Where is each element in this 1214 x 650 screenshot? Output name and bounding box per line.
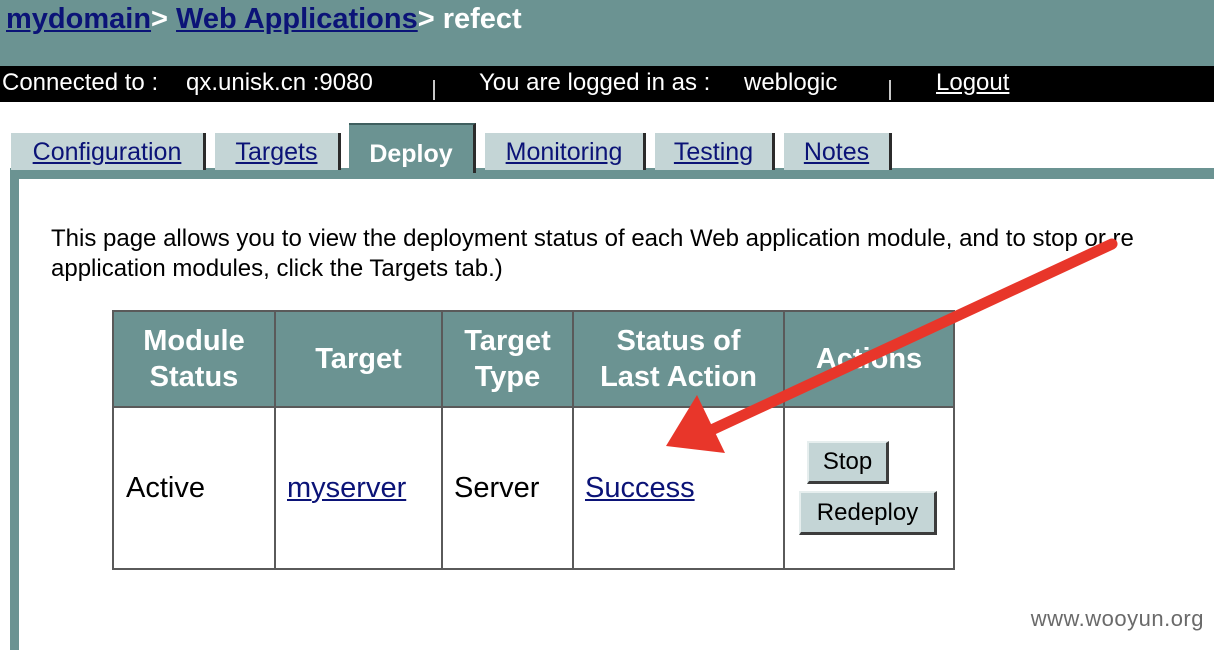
stop-button[interactable]: Stop — [807, 441, 889, 484]
table-header-row: Module Status Target Target Type Status … — [112, 310, 955, 408]
tab-targets[interactable]: Targets — [215, 133, 341, 170]
logout-link[interactable]: Logout — [936, 68, 1009, 98]
breadcrumb-web-applications-link[interactable]: Web Applications — [176, 3, 418, 35]
logged-in-user: weblogic — [744, 69, 838, 96]
deployment-status-table: Module Status Target Target Type Status … — [112, 310, 955, 570]
breadcrumb: mydomain> Web Applications> refect — [6, 0, 522, 38]
header-target-type: Target Type — [441, 310, 574, 408]
header-actions: Actions — [783, 310, 955, 408]
module-status-cell: Active — [112, 406, 276, 570]
header-label: Actions — [815, 343, 923, 375]
header-target: Target — [274, 310, 443, 408]
breadcrumb-separator: > — [417, 3, 435, 35]
breadcrumb-current: refect — [442, 3, 522, 35]
redeploy-button[interactable]: Redeploy — [799, 491, 937, 535]
description-line-2: application modules, click the Targets t… — [51, 255, 503, 282]
table-row: Active myserver Server Success Stop Rede… — [112, 406, 955, 570]
actions-cell: Stop Redeploy — [783, 406, 955, 570]
header-status-of-last-action: Status of Last Action — [572, 310, 785, 408]
tab-notes[interactable]: Notes — [784, 133, 892, 170]
title-bar: mydomain> Web Applications> refect — [0, 0, 1214, 66]
breadcrumb-domain-link[interactable]: mydomain — [6, 3, 151, 35]
tab-label: Deploy — [369, 140, 453, 168]
watermark: www.wooyun.org — [1030, 606, 1204, 631]
header-label: Target Type — [464, 325, 551, 393]
status-of-last-action-cell: Success — [572, 406, 785, 570]
description-line-1: This page allows you to view the deploym… — [51, 225, 1134, 252]
tab-label: Configuration — [32, 138, 182, 166]
weblogic-console-page: mydomain> Web Applications> refect Conne… — [0, 0, 1214, 650]
header-label: Module Status — [143, 325, 245, 393]
tab-label: Notes — [803, 138, 870, 166]
tab-label: Targets — [235, 138, 318, 166]
connection-divider — [889, 80, 891, 100]
header-label: Status of Last Action — [600, 325, 757, 393]
target-type-cell: Server — [441, 406, 574, 570]
header-module-status: Module Status — [112, 310, 276, 408]
connection-divider — [433, 80, 435, 100]
tab-monitoring[interactable]: Monitoring — [485, 133, 646, 170]
content-frame-left-border — [10, 168, 19, 650]
tab-testing[interactable]: Testing — [655, 133, 775, 170]
header-label: Target — [315, 343, 402, 375]
last-action-status-link[interactable]: Success — [585, 472, 695, 504]
tab-label: Monitoring — [505, 138, 623, 166]
connection-bar: Connected to : qx.unisk.cn :9080 You are… — [0, 66, 1214, 102]
target-cell: myserver — [274, 406, 443, 570]
connected-host: qx.unisk.cn :9080 — [186, 69, 373, 96]
tab-label: Testing — [673, 138, 754, 166]
tab-configuration[interactable]: Configuration — [11, 133, 206, 170]
target-server-link[interactable]: myserver — [287, 472, 406, 504]
logged-in-label: You are logged in as : — [479, 69, 711, 96]
page-description: This page allows you to view the deploym… — [51, 224, 1214, 284]
connected-to-label: Connected to : — [2, 69, 159, 96]
tab-deploy[interactable]: Deploy — [349, 123, 476, 173]
breadcrumb-separator: > — [151, 3, 168, 35]
